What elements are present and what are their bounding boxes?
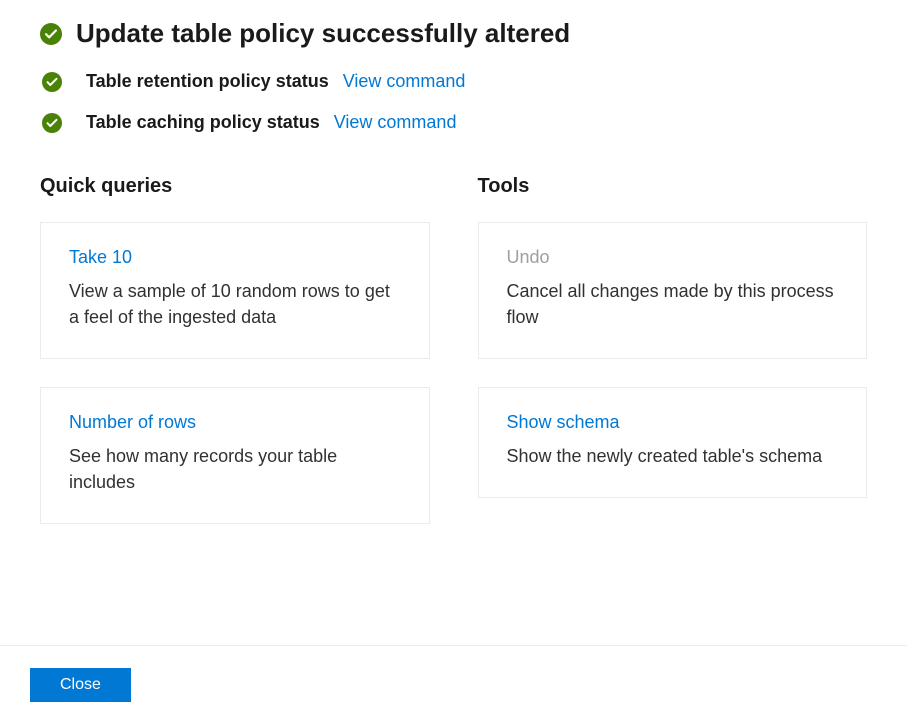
quick-queries-column: Quick queries Take 10 View a sample of 1…	[40, 175, 430, 552]
undo-card[interactable]: Undo Cancel all changes made by this pro…	[478, 222, 868, 359]
card-desc: Show the newly created table's schema	[507, 443, 839, 469]
success-check-icon	[42, 113, 62, 133]
quick-queries-title: Quick queries	[40, 175, 430, 198]
success-check-icon	[40, 23, 62, 45]
card-title: Show schema	[507, 412, 839, 433]
take-10-card[interactable]: Take 10 View a sample of 10 random rows …	[40, 222, 430, 359]
status-label: Table caching policy status	[86, 112, 320, 133]
tools-column: Tools Undo Cancel all changes made by th…	[478, 175, 868, 552]
tools-title: Tools	[478, 175, 868, 198]
card-title: Undo	[507, 247, 839, 268]
success-check-icon	[42, 72, 62, 92]
close-button[interactable]: Close	[30, 668, 131, 702]
columns-container: Quick queries Take 10 View a sample of 1…	[40, 175, 867, 552]
show-schema-card[interactable]: Show schema Show the newly created table…	[478, 387, 868, 498]
header-row: Update table policy successfully altered	[40, 18, 867, 49]
card-desc: View a sample of 10 random rows to get a…	[69, 278, 401, 330]
page-title: Update table policy successfully altered	[76, 18, 570, 49]
card-title: Number of rows	[69, 412, 401, 433]
card-title: Take 10	[69, 247, 401, 268]
view-command-link[interactable]: View command	[343, 71, 466, 92]
footer: Close	[0, 645, 907, 724]
number-of-rows-card[interactable]: Number of rows See how many records your…	[40, 387, 430, 524]
card-desc: See how many records your table includes	[69, 443, 401, 495]
status-row-caching: Table caching policy status View command	[40, 112, 867, 133]
view-command-link[interactable]: View command	[334, 112, 457, 133]
status-row-retention: Table retention policy status View comma…	[40, 71, 867, 92]
card-desc: Cancel all changes made by this process …	[507, 278, 839, 330]
status-label: Table retention policy status	[86, 71, 329, 92]
